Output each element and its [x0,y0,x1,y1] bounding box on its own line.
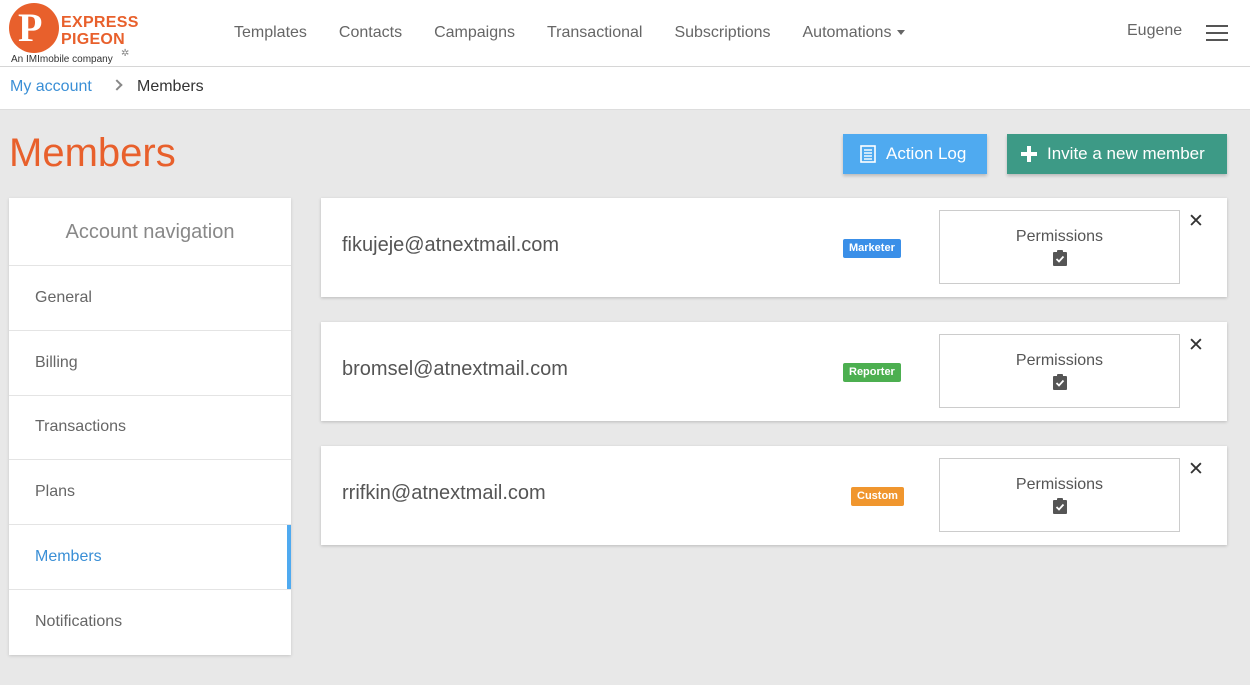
nav-automations[interactable]: Automations [787,24,922,42]
nav-subscriptions[interactable]: Subscriptions [658,24,786,42]
sidebar-item-plans[interactable]: Plans [9,460,291,526]
clipboard-check-icon [1052,374,1067,395]
member-email: bromsel@atnextmail.com [342,358,568,380]
permissions-label: Permissions [1015,476,1104,493]
sidebar-heading: Account navigation [9,198,291,266]
nav-campaigns[interactable]: Campaigns [418,24,531,42]
member-card: bromsel@atnextmail.com Reporter Permissi… [321,322,1227,421]
top-navbar: P EXPRESS PIGEON An IMImobile company ✲ … [0,0,1250,67]
sidebar-item-notifications[interactable]: Notifications [9,590,291,655]
nav-automations-label: Automations [802,24,892,41]
logo-mark: P [18,5,43,50]
remove-member-close-icon[interactable]: ✕ [1188,212,1204,232]
nav-templates[interactable]: Templates [218,24,323,42]
plus-icon [1021,146,1037,162]
permissions-button[interactable]: Permissions [939,458,1180,532]
action-log-button[interactable]: Action Log [843,134,987,174]
logo-text-line2: PIGEON [61,31,126,48]
permissions-button[interactable]: Permissions [939,334,1180,408]
page-title: Members [9,131,176,175]
sidebar-item-billing[interactable]: Billing [9,331,291,396]
permissions-label: Permissions [1015,352,1104,369]
main-nav: Templates Contacts Campaigns Transaction… [218,0,921,66]
invite-member-label: Invite a new member [1047,144,1205,163]
breadcrumb: My account Members [0,67,1250,110]
user-menu[interactable]: Eugene [1127,22,1182,40]
clipboard-check-icon [1052,498,1067,519]
member-card: rrifkin@atnextmail.com Custom Permission… [321,446,1227,545]
role-badge: Custom [851,487,904,506]
permissions-label: Permissions [1015,228,1104,245]
invite-member-button[interactable]: Invite a new member [1007,134,1227,174]
logo-text-line1: EXPRESS [61,14,139,31]
role-badge: Marketer [843,239,901,258]
nav-contacts[interactable]: Contacts [323,24,418,42]
action-log-label: Action Log [886,144,967,163]
member-card: fikujeje@atnextmail.com Marketer Permiss… [321,198,1227,297]
hamburger-icon[interactable] [1206,25,1228,41]
express-pigeon-logo[interactable]: P EXPRESS PIGEON An IMImobile company ✲ [9,3,138,65]
role-badge: Reporter [843,363,901,382]
sidebar-item-transactions[interactable]: Transactions [9,396,291,461]
chevron-right-icon [111,79,123,91]
logo-gear-icon: ✲ [121,48,130,59]
caret-down-icon [897,30,906,36]
member-email: fikujeje@atnextmail.com [342,234,560,256]
sidebar-item-general[interactable]: General [9,266,291,331]
remove-member-close-icon[interactable]: ✕ [1188,336,1204,356]
remove-member-close-icon[interactable]: ✕ [1188,460,1204,480]
logo-tagline: An IMImobile company [11,54,113,65]
breadcrumb-my-account[interactable]: My account [10,78,92,96]
nav-transactional[interactable]: Transactional [531,24,658,42]
clipboard-check-icon [1052,250,1067,271]
account-navigation: Account navigation General Billing Trans… [9,198,291,655]
permissions-button[interactable]: Permissions [939,210,1180,284]
sidebar-item-members[interactable]: Members [9,525,291,590]
member-email: rrifkin@atnextmail.com [342,482,546,504]
breadcrumb-current: Members [137,78,204,95]
list-icon [860,145,876,163]
